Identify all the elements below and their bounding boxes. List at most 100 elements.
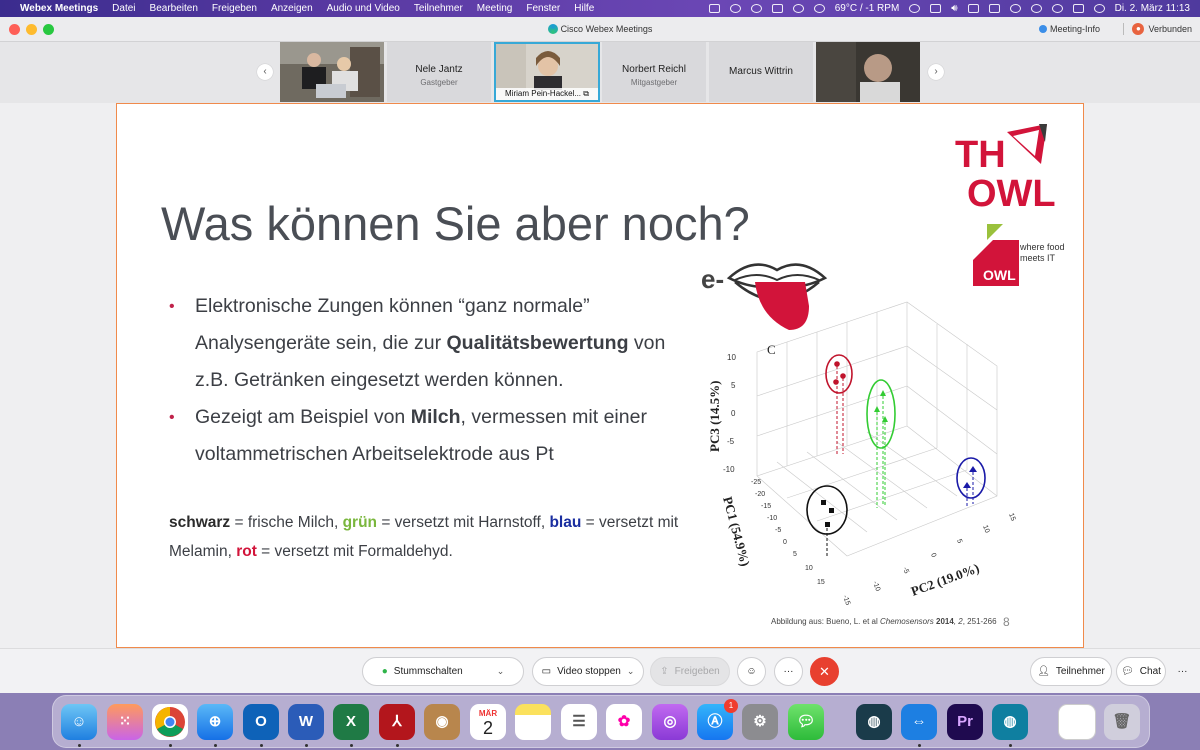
messages-icon[interactable]: 💬︎ — [788, 704, 824, 740]
norton-icon[interactable] — [792, 4, 804, 13]
app-store-icon[interactable]: Ⓐ 1 — [697, 699, 738, 740]
chevron-down-icon[interactable]: ⌄ — [627, 666, 635, 677]
menu-meeting[interactable]: Meeting — [477, 3, 513, 14]
strip-next-button[interactable]: › — [928, 64, 944, 80]
leave-meeting-button[interactable]: ✕ — [810, 657, 839, 686]
participant-caption: Miriam Pein-Hackel... ⧉ — [496, 88, 598, 100]
menu-audio-video[interactable]: Audio und Video — [327, 3, 400, 14]
participant-video-tile[interactable] — [816, 42, 920, 102]
podcasts-icon[interactable]: ◎ — [652, 704, 688, 740]
share-button[interactable]: ⇪ Freigeben — [650, 657, 730, 686]
trash-icon[interactable]: 🗑︎ — [1104, 704, 1140, 740]
premiere-icon[interactable]: Pr — [947, 704, 983, 740]
more-options-button[interactable]: ··· — [774, 657, 803, 686]
volume-icon[interactable]: 🔊︎ — [951, 3, 957, 14]
camera-icon: ▭ — [541, 666, 552, 677]
wifi-icon[interactable] — [1009, 4, 1021, 13]
battery-icon[interactable] — [988, 4, 1000, 13]
panel-more-button[interactable]: ··· — [1168, 657, 1197, 686]
svg-text:10: 10 — [805, 565, 813, 572]
sync-icon[interactable] — [750, 4, 762, 13]
svg-text:OWL: OWL — [967, 173, 1056, 212]
chat-panel-button[interactable]: 💬︎ Chat — [1116, 657, 1166, 686]
stop-video-button[interactable]: ▭ Video stoppen ⌄ — [532, 657, 644, 686]
menu-hilfe[interactable]: Hilfe — [574, 3, 594, 14]
svg-text:-15: -15 — [761, 503, 771, 510]
chrome-icon[interactable] — [152, 704, 188, 740]
strip-prev-button[interactable]: ‹ — [257, 64, 273, 80]
mute-button[interactable]: ● Stummschalten ⌄ — [362, 657, 524, 686]
participant-video — [280, 42, 384, 102]
running-indicator — [214, 744, 217, 747]
dropbox-icon[interactable] — [708, 4, 720, 13]
user-icon[interactable] — [1030, 4, 1042, 13]
participants-panel-button[interactable]: 👤︎ Teilnehmer — [1030, 657, 1112, 686]
webex-dock-icon[interactable]: ◍ — [856, 704, 892, 740]
z-tick: 0 — [731, 409, 736, 418]
spotlight-icon[interactable] — [1051, 4, 1063, 13]
chevron-down-icon[interactable]: ⌄ — [497, 666, 505, 677]
close-icon: ✕ — [819, 663, 830, 679]
control-center-icon[interactable] — [1072, 4, 1084, 13]
photos-icon[interactable]: ✿ — [606, 704, 642, 740]
reminders-icon[interactable]: ☰ — [561, 704, 597, 740]
z-tick: 10 — [727, 353, 736, 362]
menu-datei[interactable]: Datei — [112, 3, 135, 14]
webex-meetings-dock-icon[interactable]: ◍ — [992, 704, 1028, 740]
running-indicator — [918, 744, 921, 747]
window-title: Cisco Webex Meetings — [0, 24, 1200, 34]
contacts-icon[interactable]: ◉ — [424, 704, 460, 740]
participant-tile-marcus-wittrin[interactable]: Marcus Wittrin — [709, 42, 813, 102]
running-indicator — [169, 744, 172, 747]
running-indicator — [396, 744, 399, 747]
app-menu[interactable]: Webex Meetings — [20, 3, 98, 14]
word-icon[interactable]: W — [288, 704, 324, 740]
svg-text:5: 5 — [793, 551, 797, 558]
meeting-controls: ● Stummschalten ⌄ ▭ Video stoppen ⌄ ⇪ Fr… — [0, 648, 1200, 693]
teamviewer-icon[interactable]: ⇔ — [901, 704, 937, 740]
svg-text:-10: -10 — [871, 580, 881, 592]
menu-fenster[interactable]: Fenster — [526, 3, 560, 14]
siri-icon[interactable] — [1093, 4, 1105, 13]
participant-tile-nele-jantz[interactable]: Nele Jantz Gastgeber — [387, 42, 491, 102]
launchpad-icon[interactable]: ⁙ — [107, 704, 143, 740]
participant-video — [496, 44, 598, 90]
finder-icon[interactable]: ☺ — [61, 704, 97, 740]
bluetooth-icon[interactable] — [967, 4, 979, 13]
slide-bullets: Elektronische Zungen können “ganz normal… — [169, 288, 689, 473]
clock[interactable]: Di. 2. März 11:13 — [1115, 3, 1190, 14]
acrobat-icon[interactable]: ⅄ — [379, 704, 415, 740]
participant-tile-norbert-reichl[interactable]: Norbert Reichl Mitgastgeber — [602, 42, 706, 102]
document-preview-icon[interactable] — [1058, 704, 1096, 740]
svg-text:-10: -10 — [767, 515, 777, 522]
webex-status-icon[interactable] — [729, 4, 741, 13]
outlook-icon[interactable]: O — [243, 704, 279, 740]
timer-icon[interactable] — [813, 4, 825, 13]
system-preferences-icon[interactable]: ⚙ — [742, 704, 778, 740]
divider — [1123, 23, 1125, 35]
participant-tile-active-speaker[interactable]: Miriam Pein-Hackel... ⧉ — [494, 42, 600, 102]
pca-3d-plot: e- C 10 5 0 -5 -10 PC3 (14.5%) PC1 (54.9… — [701, 263, 1016, 606]
keyboard-icon[interactable] — [930, 4, 942, 13]
running-indicator — [350, 744, 353, 747]
pc1-axis-label: PC1 (54.9%) — [720, 495, 753, 568]
participant-strip: ‹ Nele Jantz Gastgeber Miriam Pein-Hacke… — [0, 42, 1200, 103]
calendar-icon[interactable]: MÄR 2 — [470, 704, 506, 740]
menu-bearbeiten[interactable]: Bearbeiten — [150, 3, 198, 14]
svg-text:-5: -5 — [775, 527, 781, 534]
safari-icon[interactable]: ⊕ — [197, 704, 233, 740]
excel-icon[interactable]: X — [333, 704, 369, 740]
participant-video-tile[interactable] — [280, 42, 384, 102]
participant-name: Norbert Reichl — [622, 64, 686, 75]
menu-anzeigen[interactable]: Anzeigen — [271, 3, 313, 14]
history-icon[interactable] — [909, 4, 921, 13]
reactions-button[interactable]: ☺ — [737, 657, 766, 686]
connection-status[interactable]: ● Verbunden — [1119, 23, 1192, 35]
cloud-icon[interactable] — [771, 4, 783, 13]
meeting-info-button[interactable]: Meeting-Info — [1038, 24, 1100, 34]
notes-icon[interactable] — [515, 704, 551, 740]
window-titlebar: Cisco Webex Meetings Meeting-Info ● Verb… — [0, 17, 1200, 42]
weather-readout[interactable]: 69°C / -1 RPM — [835, 3, 900, 14]
menu-teilnehmer[interactable]: Teilnehmer — [414, 3, 463, 14]
menu-freigeben[interactable]: Freigeben — [212, 3, 257, 14]
